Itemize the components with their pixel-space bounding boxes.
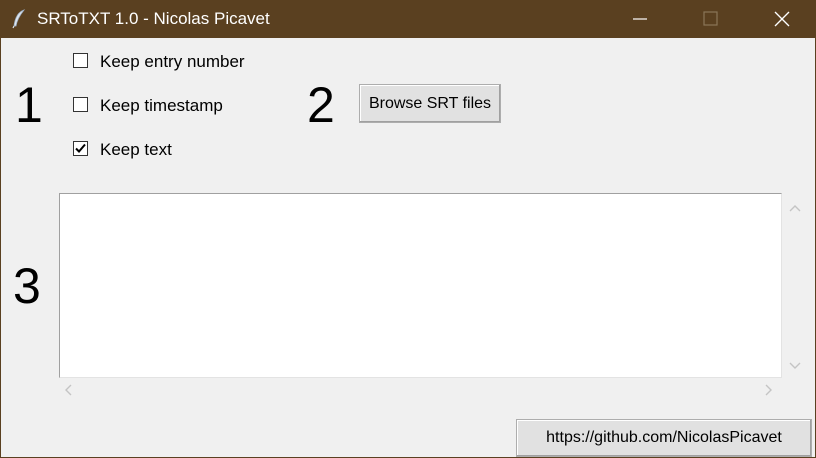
- output-text-area[interactable]: [59, 193, 782, 378]
- close-button[interactable]: [759, 0, 805, 38]
- maximize-button: [687, 0, 733, 38]
- keep-entry-number-label: Keep entry number: [100, 52, 245, 71]
- keep-text-checkbox[interactable]: [73, 141, 88, 156]
- scroll-up-icon[interactable]: [789, 199, 801, 215]
- scroll-left-icon[interactable]: [64, 383, 72, 399]
- maximize-icon: [703, 11, 718, 26]
- keep-text-label: Keep text: [100, 140, 172, 159]
- keep-timestamp-label: Keep timestamp: [100, 96, 223, 115]
- title-bar[interactable]: SRToTXT 1.0 - Nicolas Picavet: [1, 0, 816, 38]
- minimize-icon: [633, 18, 647, 20]
- app-window: SRToTXT 1.0 - Nicolas Picavet 1 2 3 Keep…: [0, 0, 816, 458]
- keep-timestamp-checkbox[interactable]: [73, 97, 88, 112]
- scroll-down-icon[interactable]: [789, 357, 801, 373]
- minimize-button[interactable]: [617, 0, 663, 38]
- window-title: SRToTXT 1.0 - Nicolas Picavet: [37, 9, 270, 28]
- keep-entry-number-checkbox[interactable]: [73, 53, 88, 68]
- step-two-label: 2: [307, 77, 335, 133]
- step-one-label: 1: [15, 77, 43, 133]
- browse-srt-files-button[interactable]: Browse SRT files: [359, 84, 501, 123]
- feather-icon: [11, 9, 27, 29]
- scroll-right-icon[interactable]: [765, 383, 773, 399]
- close-icon: [774, 11, 790, 27]
- step-three-label: 3: [13, 258, 41, 314]
- checkmark-icon: [75, 143, 86, 153]
- github-link-button[interactable]: https://github.com/NicolasPicavet: [516, 419, 812, 457]
